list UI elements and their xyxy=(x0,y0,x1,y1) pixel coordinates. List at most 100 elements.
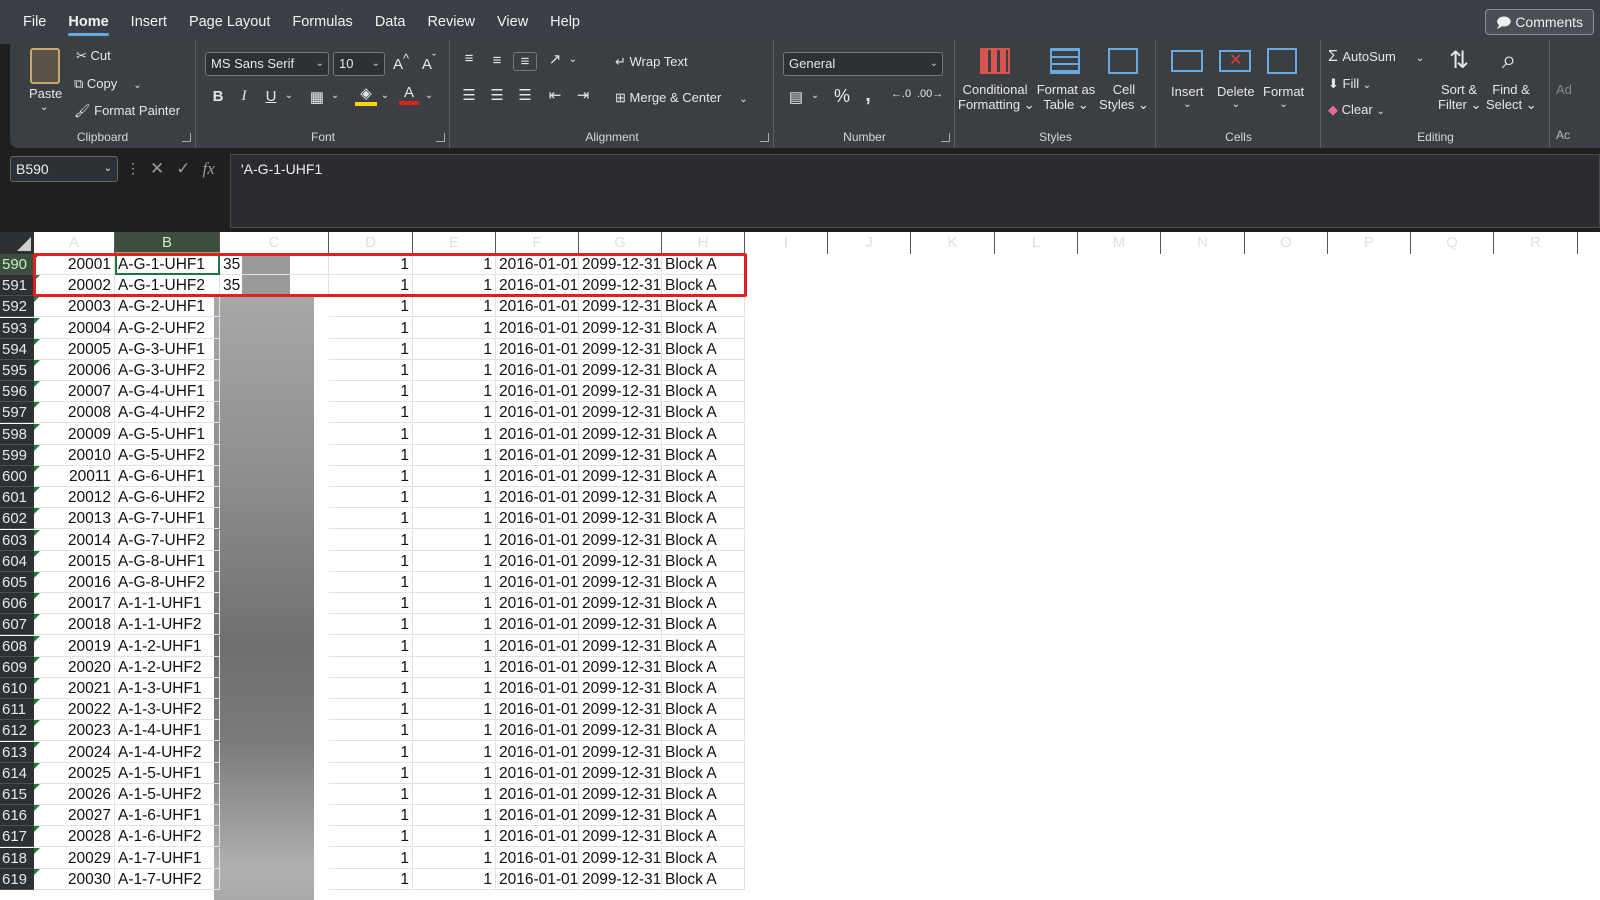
cell-g[interactable]: 2099-12-31 xyxy=(579,699,662,721)
cell-d[interactable]: 1 xyxy=(329,593,413,615)
number-format-select[interactable]: General ⌄ xyxy=(783,52,943,76)
cell-f[interactable]: 2016-01-01 xyxy=(496,360,579,381)
cell-g[interactable]: 2099-12-31 xyxy=(579,360,662,381)
row-header[interactable]: 603 xyxy=(0,529,34,551)
cell-d[interactable]: 1 xyxy=(329,444,413,466)
column-header-r[interactable]: R xyxy=(1494,232,1578,254)
row-header[interactable]: 602 xyxy=(0,508,34,530)
row-header[interactable]: 591 xyxy=(0,275,34,297)
cell-a[interactable]: 20030 xyxy=(34,868,115,890)
cell-f[interactable]: 2016-01-01 xyxy=(496,699,579,721)
cell-d[interactable]: 1 xyxy=(329,762,413,784)
cell-g[interactable]: 2099-12-31 xyxy=(579,402,662,424)
row-header[interactable]: 607 xyxy=(0,614,34,636)
delete-button[interactable]: Delete ⌄ xyxy=(1217,84,1255,110)
column-header-c[interactable]: C xyxy=(220,232,329,254)
cell-d[interactable]: 1 xyxy=(329,338,413,360)
accounting-format-icon[interactable]: ▤ xyxy=(785,88,807,106)
cell-e[interactable]: 1 xyxy=(413,572,496,593)
column-header-g[interactable]: G xyxy=(579,232,662,254)
borders-chevron-icon[interactable]: ⌄ xyxy=(329,90,341,101)
column-header-q[interactable]: Q xyxy=(1411,232,1494,254)
cell-f[interactable]: 2016-01-01 xyxy=(496,847,579,869)
borders-icon[interactable]: ▦ xyxy=(307,88,327,106)
cell-a[interactable]: 20014 xyxy=(34,529,115,551)
comments-button[interactable]: 🗩 Comments xyxy=(1484,9,1594,35)
cell-f[interactable]: 2016-01-01 xyxy=(496,338,579,360)
cell-g[interactable]: 2099-12-31 xyxy=(579,635,662,657)
more-options-icon[interactable]: ⋮ xyxy=(126,160,140,177)
cell-g[interactable]: 2099-12-31 xyxy=(579,826,662,848)
cell-f[interactable]: 2016-01-01 xyxy=(496,572,579,593)
decrease-decimal-icon[interactable]: .00→ xyxy=(917,88,943,100)
row-header[interactable]: 595 xyxy=(0,360,34,381)
row-header[interactable]: 613 xyxy=(0,741,34,763)
column-header-h[interactable]: H xyxy=(662,232,745,254)
cell-a[interactable]: 20006 xyxy=(34,360,115,381)
clipboard-launcher-icon[interactable] xyxy=(182,133,191,142)
row-header[interactable]: 619 xyxy=(0,868,34,890)
increase-indent-icon[interactable]: ⇥ xyxy=(573,86,593,104)
cell-f[interactable]: 2016-01-01 xyxy=(496,720,579,742)
cell-g[interactable]: 2099-12-31 xyxy=(579,868,662,890)
column-header-l[interactable]: L xyxy=(995,232,1078,254)
row-header[interactable]: 605 xyxy=(0,572,34,593)
cell-g[interactable]: 2099-12-31 xyxy=(579,678,662,699)
cell-b[interactable]: A-G-2-UHF1 xyxy=(115,296,220,318)
cell-f[interactable]: 2016-01-01 xyxy=(496,466,579,487)
row-header[interactable]: 593 xyxy=(0,317,34,339)
cell-e[interactable]: 1 xyxy=(413,529,496,551)
cell-f[interactable]: 2016-01-01 xyxy=(496,381,579,403)
cell-e[interactable]: 1 xyxy=(413,487,496,509)
formula-input[interactable]: 'A-G-1-UHF1 xyxy=(230,154,1600,228)
cell-a[interactable]: 20023 xyxy=(34,720,115,742)
addins-button-partial[interactable]: Ad xyxy=(1556,82,1572,97)
cell-d[interactable]: 1 xyxy=(329,720,413,742)
column-header-i[interactable]: I xyxy=(745,232,828,254)
cell-d[interactable]: 1 xyxy=(329,635,413,657)
row-header[interactable]: 597 xyxy=(0,402,34,424)
cell-a[interactable]: 20025 xyxy=(34,762,115,784)
column-header-p[interactable]: P xyxy=(1328,232,1411,254)
cell-f[interactable]: 2016-01-01 xyxy=(496,487,579,509)
cell-f[interactable]: 2016-01-01 xyxy=(496,402,579,424)
format-painter-button[interactable]: 🖌 Format Painter xyxy=(74,103,180,119)
cell-a[interactable]: 20008 xyxy=(34,402,115,424)
increase-font-icon[interactable]: A^ xyxy=(391,52,411,73)
cell-e[interactable]: 1 xyxy=(413,741,496,763)
fill-color-icon[interactable]: ◈ xyxy=(355,84,377,106)
cell-g[interactable]: 2099-12-31 xyxy=(579,593,662,615)
cell-d[interactable]: 1 xyxy=(329,487,413,509)
cell-e[interactable]: 1 xyxy=(413,296,496,318)
cell-h[interactable]: Block A xyxy=(662,550,745,572)
cell-a[interactable]: 20011 xyxy=(34,466,115,487)
cell-d[interactable]: 1 xyxy=(329,317,413,339)
cell-f[interactable]: 2016-01-01 xyxy=(496,678,579,699)
row-header[interactable]: 596 xyxy=(0,381,34,403)
column-header-n[interactable]: N xyxy=(1161,232,1245,254)
align-bottom-icon[interactable]: ≡ xyxy=(513,52,537,71)
cell-h[interactable]: Block A xyxy=(662,423,745,445)
cell-f[interactable]: 2016-01-01 xyxy=(496,826,579,848)
cell-d[interactable]: 1 xyxy=(329,805,413,827)
cell-g[interactable]: 2099-12-31 xyxy=(579,466,662,487)
align-center-icon[interactable]: ☰ xyxy=(487,86,507,104)
cell-h[interactable]: Block A xyxy=(662,635,745,657)
cell-d[interactable]: 1 xyxy=(329,699,413,721)
cell-a[interactable]: 20018 xyxy=(34,614,115,636)
cell-h[interactable]: Block A xyxy=(662,593,745,615)
cell-e[interactable]: 1 xyxy=(413,423,496,445)
accounting-chevron-icon[interactable]: ⌄ xyxy=(809,90,821,101)
cell-f[interactable]: 2016-01-01 xyxy=(496,868,579,890)
cell-a[interactable]: 20012 xyxy=(34,487,115,509)
align-right-icon[interactable]: ☰ xyxy=(515,86,535,104)
row-header[interactable]: 617 xyxy=(0,826,34,848)
row-header[interactable]: 606 xyxy=(0,593,34,615)
cell-a[interactable]: 20009 xyxy=(34,423,115,445)
cell-d[interactable]: 1 xyxy=(329,529,413,551)
cell-b[interactable]: A-1-2-UHF2 xyxy=(115,656,220,678)
cell-h[interactable]: Block A xyxy=(662,360,745,381)
cell-b[interactable]: A-G-8-UHF2 xyxy=(115,572,220,593)
cell-f[interactable]: 2016-01-01 xyxy=(496,296,579,318)
cell-f[interactable]: 2016-01-01 xyxy=(496,423,579,445)
